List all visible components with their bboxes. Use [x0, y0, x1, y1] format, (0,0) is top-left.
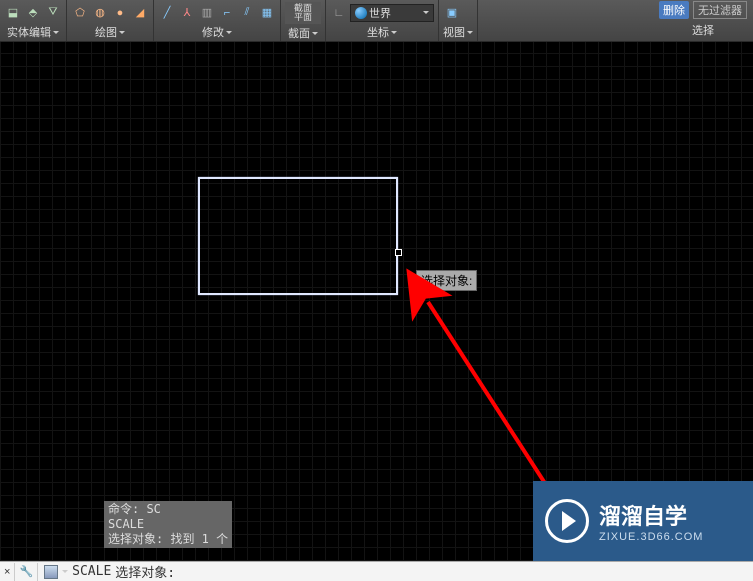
command-input[interactable]: SCALE 选择对象:: [38, 562, 753, 581]
world-label: 世界: [369, 5, 391, 21]
ribbon-toolbar: ⬓ ⬘ ⛛ 实体编辑 ⬠ ◍ ● ◢ 绘图 ╱ ⅄ ▥ ⌐ ⫽ ▦ 修改 截面 …: [0, 0, 753, 42]
extrude-icon[interactable]: ⬓: [4, 4, 22, 22]
filter-button[interactable]: 无过滤器: [693, 1, 747, 19]
ribbon-group-section: 截面 平面 截面: [281, 0, 326, 41]
box-icon[interactable]: ⬠: [71, 4, 89, 22]
ucs-icon[interactable]: ∟: [330, 4, 348, 22]
sphere-icon[interactable]: ●: [111, 4, 129, 22]
group-label: 截面: [288, 25, 310, 41]
array-icon[interactable]: ⫽: [238, 4, 256, 22]
command-line-bar: × 🔧 SCALE 选择对象:: [0, 561, 753, 581]
group-label: 修改: [202, 24, 224, 40]
chevron-down-icon[interactable]: [62, 570, 68, 573]
chamfer-icon[interactable]: ⅄: [178, 4, 196, 22]
slice-icon[interactable]: ▥: [198, 4, 216, 22]
wedge-icon[interactable]: ◢: [131, 4, 149, 22]
chevron-down-icon: [423, 11, 429, 14]
globe-icon: [355, 7, 367, 19]
ribbon-group-view: ▣ 视图: [439, 0, 478, 41]
customize-button[interactable]: 🔧: [15, 563, 38, 581]
active-command: SCALE: [72, 564, 111, 579]
delete-button[interactable]: 删除: [659, 1, 689, 19]
fillet-icon[interactable]: ╱: [158, 4, 176, 22]
command-icon: [44, 565, 58, 579]
view-icon[interactable]: ▣: [443, 4, 461, 22]
close-icon: ×: [4, 566, 10, 578]
command-history: 命令: SC SCALE 选择对象: 找到 1 个: [104, 501, 232, 548]
selected-rectangle[interactable]: [198, 177, 398, 295]
chevron-down-icon[interactable]: [53, 31, 59, 34]
wrench-icon: 🔧: [19, 565, 33, 578]
chevron-down-icon[interactable]: [467, 31, 473, 34]
chevron-down-icon[interactable]: [312, 32, 318, 35]
group-label: 坐标: [367, 24, 389, 40]
chevron-down-icon[interactable]: [119, 31, 125, 34]
group-label: 选择: [692, 22, 714, 38]
close-commandline-button[interactable]: ×: [0, 563, 15, 581]
separate-icon[interactable]: ⛛: [44, 4, 62, 22]
group-label: 实体编辑: [7, 24, 51, 40]
selection-grip[interactable]: [395, 249, 402, 256]
ribbon-group-select: 删除 无过滤器 选择: [659, 0, 747, 40]
cmd-history-line: 选择对象: 找到 1 个: [108, 532, 228, 547]
cmd-history-line: SCALE: [108, 517, 228, 532]
selection-tooltip: 选择对象:: [416, 270, 477, 291]
group-label: 绘图: [95, 24, 117, 40]
group-label: 视图: [443, 24, 465, 40]
cmd-history-line: 命令: SC: [108, 502, 228, 517]
chevron-down-icon[interactable]: [226, 31, 232, 34]
command-prompt-text: 选择对象:: [115, 562, 175, 581]
presspull-icon[interactable]: ⬘: [24, 4, 42, 22]
thicken-icon[interactable]: ⌐: [218, 4, 236, 22]
ribbon-group-modify: ╱ ⅄ ▥ ⌐ ⫽ ▦ 修改: [154, 0, 281, 41]
cylinder-icon[interactable]: ◍: [91, 4, 109, 22]
chevron-down-icon[interactable]: [391, 31, 397, 34]
play-logo-icon: [545, 499, 589, 543]
ribbon-group-solid-edit: ⬓ ⬘ ⛛ 实体编辑: [0, 0, 67, 41]
section-plane-button[interactable]: 截面 平面: [285, 2, 321, 24]
watermark-banner: 溜溜自学 ZIXUE.3D66.COM: [533, 481, 753, 561]
ribbon-group-coords: ∟ 世界 坐标: [326, 0, 439, 41]
ribbon-group-draw: ⬠ ◍ ● ◢ 绘图: [67, 0, 154, 41]
world-dropdown[interactable]: 世界: [350, 4, 434, 22]
align-icon[interactable]: ▦: [258, 4, 276, 22]
watermark-subtitle: ZIXUE.3D66.COM: [599, 531, 703, 543]
watermark-title: 溜溜自学: [599, 499, 703, 531]
